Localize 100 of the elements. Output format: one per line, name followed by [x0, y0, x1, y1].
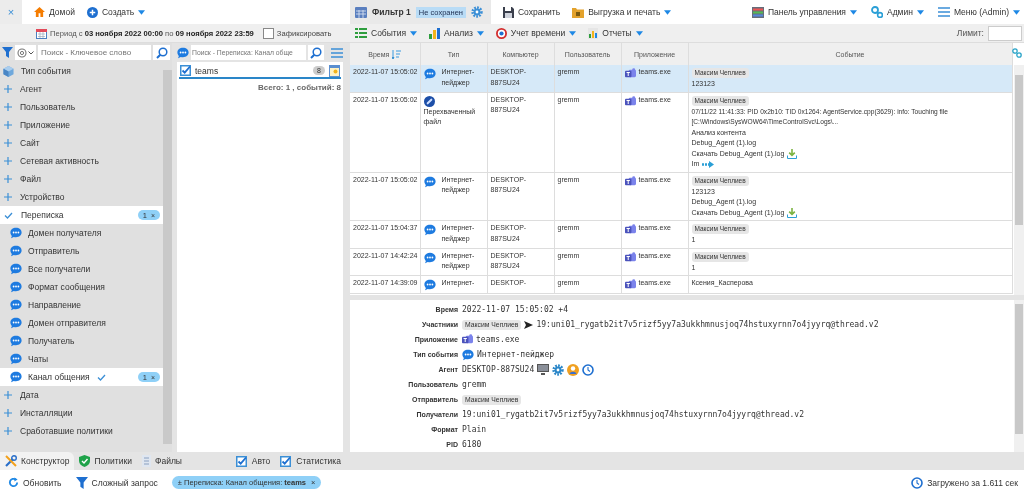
main-menu[interactable]: Меню (Admin): [937, 7, 1020, 17]
tree-item[interactable]: Приложение: [0, 116, 163, 134]
settings-icon: [470, 6, 483, 18]
search-field[interactable]: Поиск - Ключевое слово: [38, 45, 151, 60]
sort-icon: [392, 49, 402, 59]
total-text: Всего: 1 , событий: 8: [257, 83, 341, 92]
field-value: 6180: [462, 440, 482, 449]
clock-icon: [495, 27, 507, 39]
field-value: Интернет-пейджер: [477, 350, 555, 359]
home-button[interactable]: Домой: [34, 7, 75, 17]
at-icon: [17, 47, 27, 58]
chat-icon: [10, 281, 22, 293]
menu-icon: [331, 47, 343, 58]
analysis-menu[interactable]: Анализ: [429, 27, 484, 39]
time-menu[interactable]: Учет времени: [495, 27, 577, 39]
query-button[interactable]: Сложный запрос: [75, 476, 158, 489]
app-icon: [624, 224, 636, 235]
tree-item[interactable]: Сайт: [0, 134, 163, 152]
limit-label: Лимит:: [956, 28, 984, 38]
app-icon: [624, 68, 636, 79]
clock-icon: [911, 476, 924, 489]
chat-icon: [423, 224, 436, 236]
arrow-icon: [524, 320, 534, 329]
field-value: gremm: [462, 380, 487, 389]
load-time: Загружено за 1.611 сек: [927, 477, 1018, 488]
chat-icon: [10, 317, 22, 329]
filter-icon: [2, 47, 13, 58]
caret-icon: [635, 30, 643, 36]
tree-item[interactable]: Агент: [0, 80, 163, 98]
chat-icon: [423, 175, 436, 188]
create-button[interactable]: Создать: [86, 6, 146, 18]
image-icon: [329, 64, 340, 77]
reports-menu[interactable]: Отчеты: [588, 27, 643, 39]
person-icon: [567, 363, 580, 376]
bar-chart-icon: [429, 27, 441, 39]
app-icon: [624, 175, 636, 187]
chat-icon: [10, 371, 22, 383]
caret-icon: [664, 9, 672, 15]
tree-item[interactable]: Домен получателя: [0, 224, 163, 242]
table-row[interactable]: [350, 92, 1012, 172]
chat-icon: [10, 245, 22, 257]
search-button[interactable]: [153, 45, 170, 60]
tree-item[interactable]: Отправитель: [0, 242, 163, 260]
checkbox[interactable]: [235, 455, 247, 467]
field-value: 19:uni01_rygatb2it7v5rizf5yy7a3ukkhmnusjoq74hstuxyrnn7o4jyyrq@thread.v2: [536, 320, 879, 329]
tree-item[interactable]: Все получатели: [0, 260, 163, 278]
caret-icon: [476, 30, 484, 36]
calendar-icon: [36, 27, 47, 39]
paperclip-icon: [423, 95, 435, 107]
tree-item[interactable]: Получатель: [0, 332, 163, 350]
value-label: teams: [195, 65, 220, 76]
tree-item[interactable]: Дата: [0, 386, 163, 404]
admin-menu[interactable]: Админ: [871, 6, 924, 18]
caret-icon: [850, 9, 857, 15]
tree-item[interactable]: Формат сообщения: [0, 278, 163, 296]
menu-icon: [937, 7, 950, 17]
tree-item[interactable]: Направление: [0, 296, 163, 314]
caret-icon: [410, 30, 418, 36]
caret-icon: [1013, 9, 1020, 15]
search-button[interactable]: [308, 45, 324, 60]
house-icon: [34, 7, 45, 17]
tree-item[interactable]: Сетевая активность: [0, 152, 163, 170]
tree-item[interactable]: Устройство: [0, 188, 163, 206]
fix-checkbox[interactable]: [262, 27, 274, 39]
tree-item[interactable]: Тип события: [0, 62, 163, 80]
limit-field[interactable]: [988, 25, 1022, 41]
chat-icon: [423, 251, 436, 264]
policies-tab[interactable]: Политики: [74, 452, 137, 470]
caret-icon: [569, 30, 577, 36]
files-tab[interactable]: Файлы: [136, 452, 187, 470]
constructor-tab[interactable]: Конструктор: [0, 452, 75, 470]
export-button[interactable]: Выгрузка и печать: [572, 6, 672, 18]
checkbox[interactable]: [280, 455, 292, 467]
gears-icon: [871, 6, 883, 18]
tree-item[interactable]: Сработавшие политики: [0, 422, 163, 440]
events-menu[interactable]: События: [355, 28, 418, 38]
chat-icon: [423, 279, 436, 291]
tools-icon: [5, 455, 17, 467]
chat-icon: [10, 263, 22, 275]
save-button[interactable]: Сохранить: [502, 6, 561, 18]
tree-item[interactable]: Файл: [0, 170, 163, 188]
refresh-button[interactable]: Обновить: [8, 477, 62, 488]
app-icon: [462, 334, 473, 345]
caret-icon: [138, 9, 146, 15]
chat-icon: [10, 299, 22, 311]
app-icon: [624, 279, 636, 290]
settings-icon: [552, 363, 565, 376]
chat-icon: [177, 46, 189, 59]
tree-item[interactable]: Инсталляции: [0, 404, 163, 422]
tree-item[interactable]: Чаты: [0, 350, 163, 368]
chat-icon: [10, 227, 22, 239]
type-select[interactable]: [15, 45, 36, 60]
tree-item[interactable]: Домен отправителя: [0, 314, 163, 332]
checkbox[interactable]: [180, 65, 191, 76]
dashboard-menu[interactable]: Панель управления: [751, 6, 857, 18]
tree-item[interactable]: Пользователь: [0, 98, 163, 116]
cube-icon: [3, 65, 14, 77]
chat-icon: [10, 335, 22, 347]
refresh-icon: [8, 477, 19, 488]
clock-icon: [582, 363, 595, 376]
